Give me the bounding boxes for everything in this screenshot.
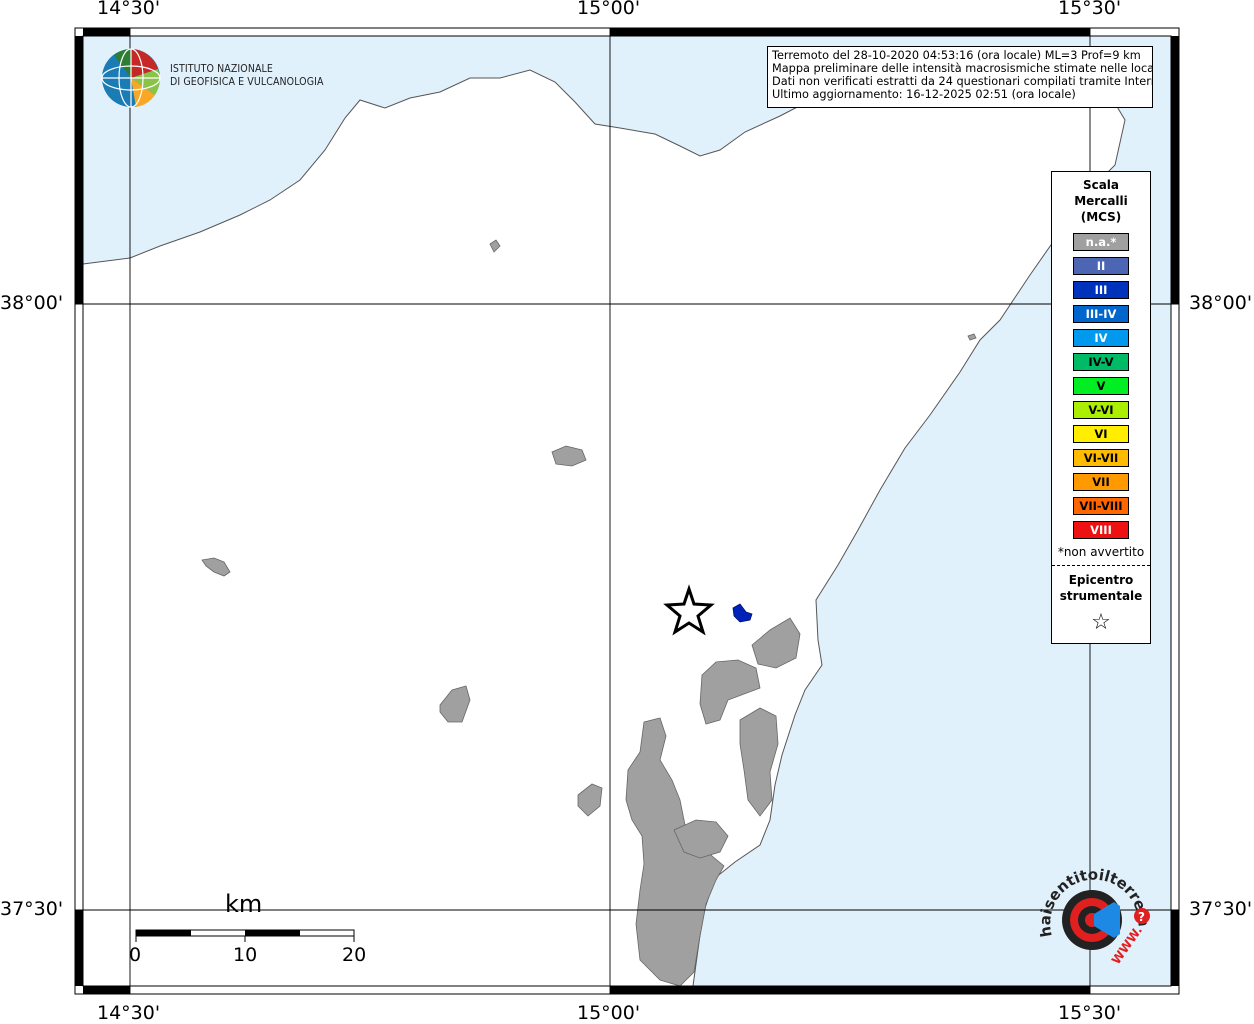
legend-item-4: IV — [1073, 329, 1129, 347]
legend-item-3: III-IV — [1073, 305, 1129, 323]
legend-item-11: VII-VIII — [1073, 497, 1129, 515]
legend-item-12: VIII — [1073, 521, 1129, 539]
lon-label-bottom-3: 15°30' — [1058, 1002, 1122, 1024]
logo-line-2: DI GEOFISICA E VULCANOLOGIA — [170, 76, 324, 88]
lat-label-right-1: 38°00' — [1189, 292, 1253, 314]
legend-item-2: III — [1073, 281, 1129, 299]
ingv-logo: ISTITUTO NAZIONALE DI GEOFISICA E VULCAN… — [100, 47, 330, 111]
star-outline-icon: ☆ — [1091, 610, 1111, 635]
legend-note: *non avvertito — [1057, 545, 1145, 559]
earthquake-info-box: Terremoto del 28-10-2020 04:53:16 (ora l… — [767, 46, 1153, 108]
legend-item-0: n.a.* — [1073, 233, 1129, 251]
lat-label-left-1: 38°00' — [0, 292, 64, 314]
lat-label-right-2: 37°30' — [1189, 898, 1253, 920]
svg-text:?: ? — [1138, 910, 1145, 924]
legend-epicenter-1: Epicentro — [1068, 573, 1134, 587]
legend-item-7: V-VI — [1073, 401, 1129, 419]
scalebar-tick-0: 0 — [129, 944, 142, 966]
legend-title-2: Mercalli — [1074, 194, 1128, 208]
lon-label-top-1: 14°30' — [97, 0, 161, 19]
legend-item-9: VI-VII — [1073, 449, 1129, 467]
lon-label-bottom-2: 15°00' — [577, 1002, 641, 1024]
legend-item-10: VII — [1073, 473, 1129, 491]
legend-item-6: V — [1073, 377, 1129, 395]
info-line-2: Mappa preliminare delle intensità macros… — [772, 62, 1153, 75]
legend-title-1: Scala — [1082, 178, 1120, 192]
legend-item-8: VI — [1073, 425, 1129, 443]
logo-line-1: ISTITUTO NAZIONALE — [170, 63, 273, 75]
legend-title-3: (MCS) — [1080, 210, 1122, 224]
hsit-logo-icon: haisentitoilterremoto.it ? WWW. — [1029, 844, 1153, 967]
mcs-legend: Scala Mercalli (MCS) n.a.* II III III-IV IV I… — [1051, 171, 1151, 644]
lon-label-top-2: 15°00' — [577, 0, 641, 19]
scalebar-tick-20: 20 — [342, 944, 367, 966]
legend-item-5: IV-V — [1073, 353, 1129, 371]
legend-item-1: II — [1073, 257, 1129, 275]
lon-label-top-3: 15°30' — [1058, 0, 1122, 19]
lon-label-bottom-1: 14°30' — [97, 1002, 161, 1024]
scalebar-unit: km — [225, 890, 263, 918]
info-line-4: Ultimo aggiornamento: 16-12-2025 02:51 (… — [772, 88, 1076, 101]
info-line-3: Dati non verificati estratti da 24 quest… — [772, 75, 1153, 88]
legend-items: n.a.* II III III-IV IV IV-V V V-VI VI VI-VII VII VI… — [1052, 233, 1150, 539]
hsit-badge: haisentitoilterremoto.it ? WWW. — [1029, 844, 1154, 978]
info-line-1: Terremoto del 28-10-2020 04:53:16 (ora l… — [772, 49, 1141, 62]
scalebar-tick-10: 10 — [233, 944, 258, 966]
lat-label-left-2: 37°30' — [0, 898, 64, 920]
globe-logo-icon — [101, 48, 161, 108]
legend-separator — [1052, 565, 1150, 566]
legend-epicenter-2: strumentale — [1059, 589, 1143, 603]
